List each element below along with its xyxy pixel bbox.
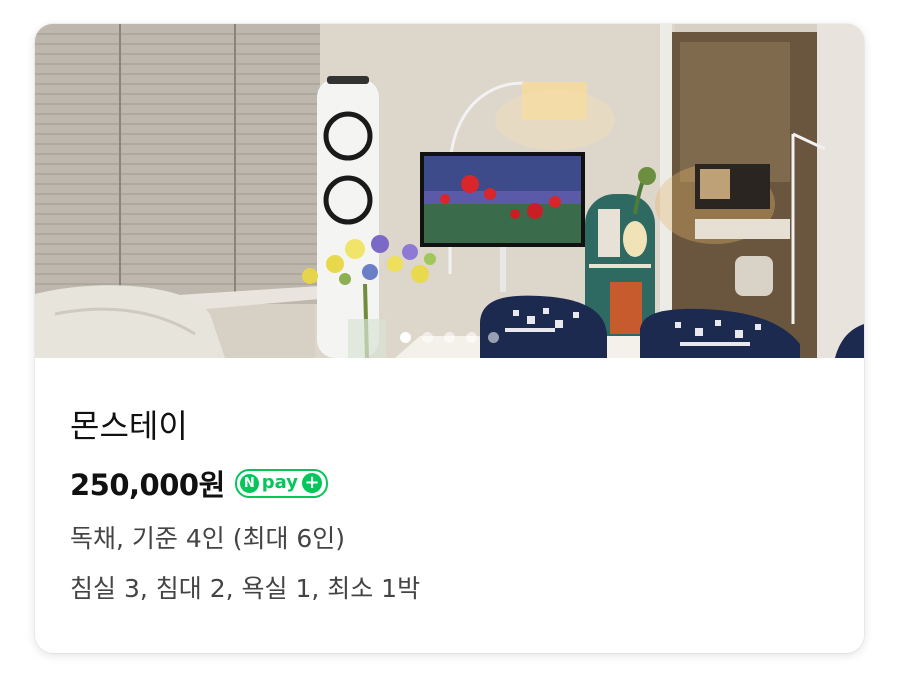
room-photo-image bbox=[35, 24, 864, 358]
npay-n-icon: N bbox=[239, 473, 259, 493]
listing-rooms: 침실 3, 침대 2, 욕실 1, 최소 1박 bbox=[70, 574, 421, 603]
npay-label: pay bbox=[261, 472, 298, 493]
carousel-dot-1[interactable] bbox=[400, 332, 411, 343]
listing-occupancy: 독채, 기준 4인 (최대 6인) bbox=[70, 524, 346, 553]
npay-plus-icon: + bbox=[302, 473, 322, 493]
listing-info: 몬스테이 250,000원 N pay + 독채, 기준 4인 (최대 6인) … bbox=[70, 406, 834, 607]
listing-photo[interactable] bbox=[35, 24, 864, 358]
carousel-dot-4[interactable] bbox=[466, 332, 477, 343]
listing-price: 250,000원 bbox=[70, 468, 225, 502]
listing-title[interactable]: 몬스테이 bbox=[70, 406, 834, 446]
carousel-dot-3[interactable] bbox=[444, 332, 455, 343]
listing-card[interactable]: 몬스테이 250,000원 N pay + 독채, 기준 4인 (최대 6인) … bbox=[35, 24, 864, 653]
carousel-dot-5[interactable] bbox=[488, 332, 499, 343]
carousel-dot-2[interactable] bbox=[422, 332, 433, 343]
price-row: 250,000원 N pay + bbox=[70, 465, 834, 502]
carousel-indicator bbox=[35, 332, 864, 343]
npay-icon: N pay + bbox=[234, 468, 328, 498]
